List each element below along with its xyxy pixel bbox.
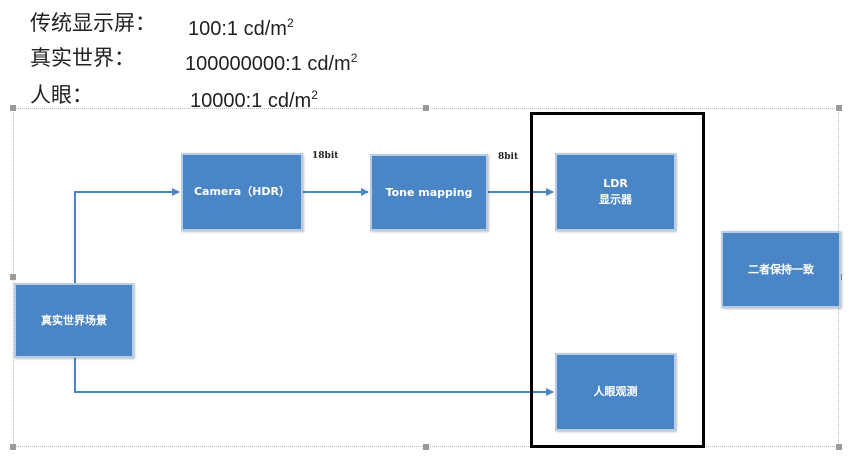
node-keep-consistent[interactable]: 二者保持一致 — [721, 231, 841, 308]
node-camera-hdr[interactable]: Camera（HDR） — [181, 153, 303, 231]
node-real-world-scene[interactable]: 真实世界场景 — [14, 283, 134, 358]
node-label: Tone mapping — [385, 185, 473, 199]
emphasis-rectangle[interactable] — [530, 112, 705, 448]
edge-label-18bit: 18bit — [312, 151, 339, 161]
node-label: Camera（HDR） — [193, 185, 291, 198]
slide-canvas: 传统显示屏： 100:1 cd/m2 真实世界： 100000000:1 cd/… — [0, 0, 856, 459]
node-tone-mapping[interactable]: Tone mapping — [370, 154, 488, 231]
node-label: 二者保持一致 — [748, 262, 814, 276]
arrow-scene-to-camera — [74, 188, 180, 284]
edge-label-8bit: 8bit — [498, 152, 519, 162]
arrow-scene-to-human-eye — [74, 358, 554, 396]
node-label: 真实世界场景 — [41, 313, 107, 327]
